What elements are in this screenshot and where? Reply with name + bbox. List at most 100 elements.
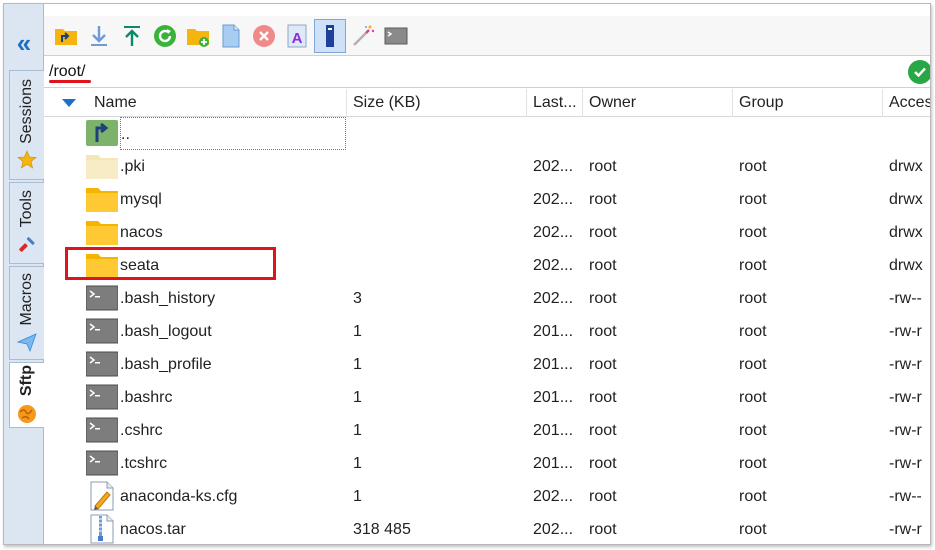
file-last-modified: 201...	[533, 323, 574, 340]
file-group: root	[739, 521, 767, 538]
shell-file-icon	[85, 415, 119, 445]
file-size: 3	[353, 290, 362, 307]
file-group: root	[739, 191, 767, 208]
tab-sftp[interactable]: Sftp	[9, 362, 44, 428]
file-permissions: -rw-r	[889, 521, 922, 538]
file-owner: root	[589, 356, 617, 373]
file-permissions: -rw-r	[889, 422, 922, 439]
terminal-icon[interactable]	[380, 19, 412, 53]
file-name: ..	[120, 117, 346, 150]
file-last-modified: 202...	[533, 257, 574, 274]
collapse-sidebar-icon[interactable]: «	[4, 26, 44, 60]
file-owner: root	[589, 290, 617, 307]
file-permissions: -rw-r	[889, 356, 922, 373]
column-header-owner[interactable]: Owner	[583, 89, 733, 117]
parent-dir-icon[interactable]	[50, 19, 82, 53]
file-permissions: drwx	[889, 257, 923, 274]
upload-icon[interactable]	[116, 19, 148, 53]
column-header-access[interactable]: Acces	[883, 89, 930, 117]
column-header-group[interactable]: Group	[733, 89, 883, 117]
file-owner: root	[589, 257, 617, 274]
delete-icon[interactable]	[248, 19, 280, 53]
tab-tools[interactable]: Tools	[9, 182, 44, 264]
globe-icon	[16, 403, 38, 425]
file-owner: root	[589, 224, 617, 241]
file-owner: root	[589, 323, 617, 340]
file-size: 1	[353, 389, 362, 406]
file-owner: root	[589, 488, 617, 505]
text-mode-icon[interactable]	[314, 18, 346, 53]
file-last-modified: 202...	[533, 224, 574, 241]
folder-icon	[86, 184, 118, 214]
file-name: .bash_profile	[120, 356, 212, 373]
table-row[interactable]: anaconda-ks.cfg 1 202... root root -rw--	[44, 480, 930, 513]
table-row[interactable]: .pki 202... root root drwx	[44, 150, 930, 183]
file-permissions: drwx	[889, 224, 923, 241]
file-owner: root	[589, 521, 617, 538]
shell-file-icon	[85, 349, 119, 379]
checkmark-icon[interactable]	[908, 60, 930, 84]
column-header-last-modified[interactable]: Last...	[527, 89, 583, 117]
shell-file-icon	[85, 283, 119, 313]
file-group: root	[739, 488, 767, 505]
shell-file-icon	[85, 448, 119, 478]
file-name: .bashrc	[120, 389, 173, 406]
file-size	[353, 183, 523, 216]
table-row[interactable]: nacos 202... root root drwx	[44, 216, 930, 249]
magic-wand-icon[interactable]	[347, 19, 379, 53]
svg-text:A: A	[292, 30, 303, 47]
file-last-modified	[533, 117, 583, 150]
table-row[interactable]: .bash_history 3 202... root root -rw--	[44, 282, 930, 315]
table-row[interactable]: .tcshrc 1 201... root root -rw-r	[44, 447, 930, 480]
column-header-name[interactable]: Name	[88, 89, 347, 117]
file-size: 1	[353, 488, 362, 505]
shell-file-icon	[85, 316, 119, 346]
tools-icon	[16, 234, 38, 256]
file-permissions: drwx	[889, 191, 923, 208]
file-owner: root	[589, 158, 617, 175]
file-permissions: -rw-r	[889, 323, 922, 340]
file-last-modified: 202...	[533, 191, 574, 208]
new-file-icon[interactable]	[215, 19, 247, 53]
rename-icon[interactable]: A	[281, 19, 313, 53]
table-row[interactable]: mysql 202... root root drwx	[44, 183, 930, 216]
file-permissions: -rw--	[889, 488, 922, 505]
file-group: root	[739, 290, 767, 307]
table-row[interactable]: ..	[44, 117, 930, 150]
file-group	[739, 117, 879, 150]
file-name: nacos.tar	[120, 521, 186, 538]
sftp-toolbar: A	[44, 16, 930, 56]
folder-icon	[86, 217, 118, 247]
file-last-modified: 202...	[533, 521, 574, 538]
column-header-size[interactable]: Size (KB)	[347, 89, 527, 117]
file-name: .bash_history	[120, 290, 216, 307]
tab-sessions[interactable]: Sessions	[9, 70, 44, 180]
text-file-icon	[86, 481, 118, 511]
file-last-modified: 201...	[533, 356, 574, 373]
shell-file-icon	[85, 382, 119, 412]
file-owner: root	[589, 455, 617, 472]
parent-folder-icon	[86, 118, 118, 148]
sort-desc-icon[interactable]	[62, 99, 76, 107]
table-row[interactable]: seata 202... root root drwx	[44, 249, 930, 282]
download-icon[interactable]	[83, 19, 115, 53]
table-row[interactable]: .cshrc 1 201... root root -rw-r	[44, 414, 930, 447]
refresh-icon[interactable]	[149, 19, 181, 53]
tab-macros[interactable]: Macros	[9, 266, 44, 360]
paper-plane-icon	[16, 331, 38, 353]
table-row[interactable]: .bash_logout 1 201... root root -rw-r	[44, 315, 930, 348]
file-permissions: -rw--	[889, 290, 922, 307]
table-row[interactable]: .bash_profile 1 201... root root -rw-r	[44, 348, 930, 381]
folder-icon	[86, 250, 118, 280]
table-row[interactable]: .bashrc 1 201... root root -rw-r	[44, 381, 930, 414]
file-list: .. .pki 202... root root drwx mysql 202... root r…	[44, 117, 930, 544]
path-input[interactable]	[49, 56, 849, 86]
file-owner: root	[589, 389, 617, 406]
table-row[interactable]: nacos.tar 318 485 202... root root -rw-r	[44, 513, 930, 544]
file-permissions: drwx	[889, 158, 923, 175]
file-size: 1	[353, 356, 362, 373]
file-size: 1	[353, 323, 362, 340]
new-folder-icon[interactable]	[182, 19, 214, 53]
file-group: root	[739, 323, 767, 340]
file-size: 1	[353, 422, 362, 439]
